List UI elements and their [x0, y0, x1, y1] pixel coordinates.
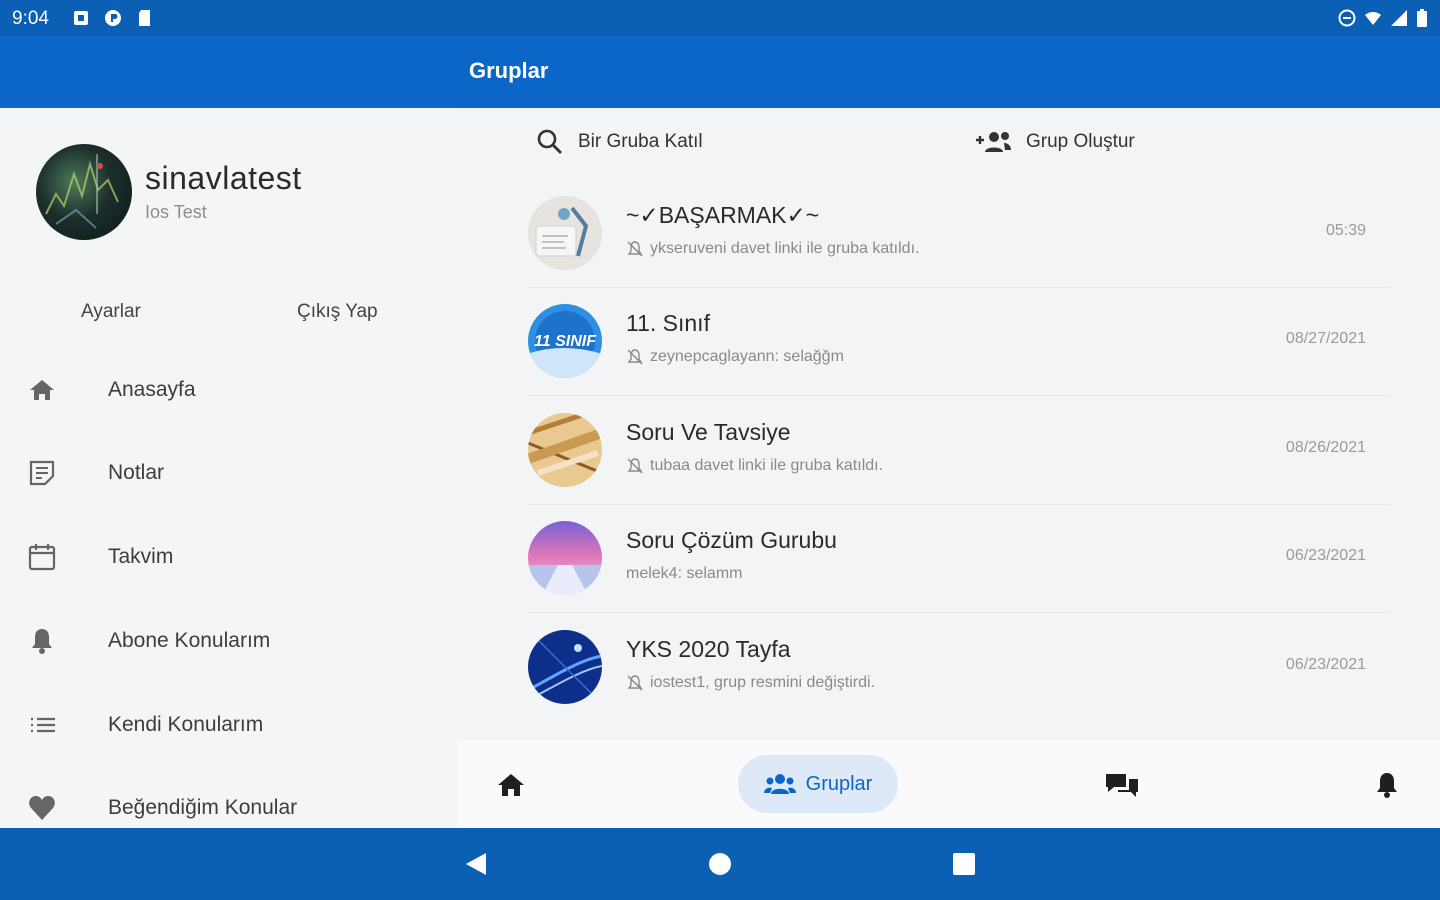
group-message-text: zeynepcaglayann: selağğm: [650, 348, 844, 365]
tab-groups-label: Gruplar: [805, 772, 873, 795]
group-last-message: iostest1, grup resmini değiştirdi.: [626, 674, 875, 692]
tab-groups[interactable]: Gruplar: [738, 755, 898, 813]
app-status-icon: [105, 10, 121, 26]
settings-link[interactable]: Ayarlar: [81, 301, 141, 323]
status-bar: 9:04: [0, 0, 1440, 36]
notification-icon: [74, 11, 88, 25]
muted-bell-icon: [627, 241, 643, 257]
profile-name: sinavlatest: [145, 160, 302, 196]
sd-card-icon: [139, 10, 150, 26]
group-list-item[interactable]: Soru Çözüm Gurubu melek4: selamm 06/23/2…: [528, 505, 1390, 613]
menu-item-notes[interactable]: Notlar: [0, 443, 458, 503]
menu-item-label: Kendi Konularım: [108, 713, 264, 736]
group-name: YKS 2020 Tayfa: [626, 636, 791, 662]
menu-item-my-topics[interactable]: Kendi Konularım: [0, 695, 458, 755]
menu-item-label: Notlar: [108, 461, 165, 484]
group-last-message: ykseruveni davet linki ile gruba katıldı…: [626, 240, 919, 258]
group-message-text: ykseruveni davet linki ile gruba katıldı…: [650, 240, 920, 257]
menu-item-label: Anasayfa: [108, 378, 196, 401]
group-list-item[interactable]: ~✓BAŞARMAK✓~ ykseruveni davet linki ile …: [528, 180, 1390, 288]
group-name: 11. Sınıf: [626, 310, 710, 336]
group-avatar: [528, 630, 602, 704]
join-group-button[interactable]: Bir Gruba Katıl: [536, 128, 703, 156]
group-avatar: [528, 196, 602, 270]
group-time: 05:39: [1325, 222, 1366, 239]
logout-link[interactable]: Çıkış Yap: [297, 301, 378, 323]
create-group-label: Grup Oluştur: [1026, 131, 1135, 152]
group-last-message: tubaa davet linki ile gruba katıldı.: [626, 457, 883, 475]
group-time: 08/27/2021: [1285, 330, 1366, 347]
notes-icon: [29, 460, 55, 486]
menu-item-calendar[interactable]: Takvim: [0, 527, 458, 587]
group-add-icon: [976, 132, 1011, 152]
group-list-item[interactable]: 11 SINIF 11. Sınıf zeynepcaglayann: sela…: [528, 288, 1390, 396]
menu-item-label: Abone Konularım: [108, 629, 271, 652]
home-icon: [30, 380, 54, 400]
group-avatar: [528, 413, 602, 487]
group-message-text: tubaa davet linki ile gruba katıldı.: [650, 457, 884, 474]
join-group-label: Bir Gruba Katıl: [578, 131, 703, 152]
group-time: 06/23/2021: [1285, 547, 1366, 564]
group-message-text: iostest1, grup resmini değiştirdi.: [650, 674, 875, 691]
battery-icon: [1417, 9, 1427, 27]
svg-text:11 SINIF: 11 SINIF: [534, 333, 597, 350]
signal-icon: [1391, 10, 1407, 26]
group-list-item[interactable]: Soru Ve Tavsiye tubaa davet linki ile gr…: [528, 397, 1390, 505]
menu-item-home[interactable]: Anasayfa: [0, 360, 458, 420]
divider: [528, 395, 1390, 396]
group-time: 08/26/2021: [1285, 439, 1366, 456]
group-name: Soru Ve Tavsiye: [626, 419, 791, 445]
app-bar: Gruplar: [0, 36, 1440, 108]
status-left-icons: [72, 9, 154, 27]
groups-icon: [763, 774, 796, 794]
menu-item-label: Takvim: [108, 545, 174, 568]
muted-bell-icon: [627, 675, 643, 691]
group-last-message: zeynepcaglayann: selağğm: [626, 348, 844, 366]
wifi-icon: [1365, 11, 1381, 25]
status-time: 9:04: [12, 8, 49, 29]
page-title: Gruplar: [469, 58, 549, 83]
group-time: 06/23/2021: [1285, 656, 1366, 673]
home-circle-icon[interactable]: [706, 850, 734, 878]
menu-item-subscriptions[interactable]: Abone Konularım: [0, 611, 458, 671]
group-list-item[interactable]: YKS 2020 Tayfa iostest1, grup resmini de…: [528, 614, 1390, 722]
recents-icon[interactable]: [950, 850, 978, 878]
bell-icon: [32, 629, 52, 654]
divider: [528, 612, 1390, 613]
navigation-drawer: sinavlatest Ios Test Ayarlar Çıkış Yap A…: [0, 108, 458, 828]
chat-icon[interactable]: [1104, 770, 1140, 800]
group-last-message: melek4: selamm: [626, 565, 742, 583]
calendar-icon: [28, 544, 56, 571]
status-right-icons: [1338, 9, 1428, 27]
muted-bell-icon: [627, 458, 643, 474]
group-name: Soru Çözüm Gurubu: [626, 527, 837, 553]
group-avatar: 11 SINIF: [528, 304, 602, 378]
avatar[interactable]: [36, 144, 132, 240]
back-icon[interactable]: [462, 850, 490, 878]
group-name: ~✓BAŞARMAK✓~: [626, 202, 820, 228]
menu-item-label: Beğendiğim Konular: [108, 796, 298, 819]
list-icon: [31, 717, 55, 733]
create-group-button[interactable]: Grup Oluştur: [974, 128, 1135, 156]
dnd-icon: [1338, 9, 1356, 27]
groups-content: Bir Gruba Katıl Grup Oluştur ~✓BAŞARMAK✓…: [458, 108, 1440, 740]
notification-bell-icon[interactable]: [1372, 770, 1402, 800]
bottom-navigation: Gruplar: [458, 740, 1440, 828]
system-navigation-bar: [0, 828, 1440, 900]
group-avatar: [528, 521, 602, 595]
group-message-text: melek4: selamm: [626, 565, 743, 582]
muted-bell-icon: [627, 349, 643, 365]
home-icon[interactable]: [496, 770, 526, 800]
search-icon: [537, 129, 562, 154]
heart-icon: [29, 796, 55, 820]
profile-subtitle: Ios Test: [145, 202, 207, 222]
